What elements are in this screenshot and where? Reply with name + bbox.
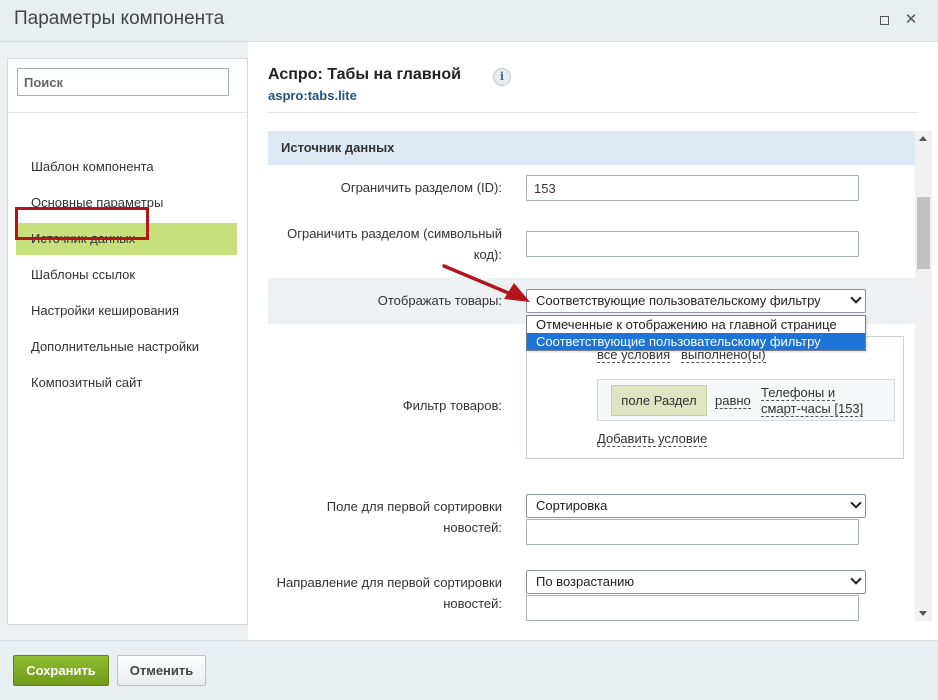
divider xyxy=(268,112,918,113)
sidebar-item-data-source[interactable]: Источник данных xyxy=(16,223,237,255)
maximize-icon[interactable] xyxy=(876,12,892,28)
condition-value-text: Телефоны и смарт-часы [153] xyxy=(761,385,864,417)
sidebar-item-component-template[interactable]: Шаблон компонента xyxy=(16,151,237,183)
component-code: aspro:tabs.lite xyxy=(268,88,357,103)
section-code-label: Ограничить разделом (символьный код): xyxy=(287,226,502,262)
cancel-button[interactable]: Отменить xyxy=(117,655,206,686)
chevron-down-icon xyxy=(850,292,862,304)
sidebar: Шаблон компонента Основные параметры Ист… xyxy=(7,58,248,625)
sidebar-item-cache-settings[interactable]: Настройки кеширования xyxy=(16,295,237,327)
condition-field[interactable]: поле Раздел xyxy=(611,385,707,416)
sort1-value: Сортировка xyxy=(536,498,608,513)
sort1-label: Поле для первой сортировки новостей: xyxy=(326,499,502,535)
component-title: Аспро: Табы на главной xyxy=(268,66,461,83)
section-id-input[interactable] xyxy=(526,175,859,201)
show-products-label: Отображать товары: xyxy=(377,293,502,308)
show-products-select[interactable]: Соответствующие пользовательскому фильтр… xyxy=(526,289,866,313)
section-title: Источник данных xyxy=(268,131,915,165)
info-icon[interactable]: i xyxy=(493,68,511,86)
product-filter: все условия выполнено(ы) поле Раздел рав… xyxy=(526,336,904,459)
sidebar-item-url-templates[interactable]: Шаблоны ссылок xyxy=(16,259,237,291)
close-icon[interactable]: ✕ xyxy=(903,12,919,28)
save-button[interactable]: Сохранить xyxy=(13,655,109,686)
sidebar-item-main-params[interactable]: Основные параметры xyxy=(16,187,237,219)
scroll-thumb[interactable] xyxy=(917,197,930,269)
sidebar-item-composite-site[interactable]: Композитный сайт xyxy=(16,367,237,399)
dialog-footer: Сохранить Отменить xyxy=(0,640,938,700)
show-products-dropdown: Отмеченные к отображению на главной стра… xyxy=(526,315,866,351)
dropdown-option[interactable]: Отмеченные к отображению на главной стра… xyxy=(527,316,865,333)
scroll-up-icon[interactable] xyxy=(919,136,927,141)
search-input[interactable] xyxy=(17,68,229,96)
vertical-scrollbar[interactable] xyxy=(915,131,932,621)
sort1-direction-value: По возрастанию xyxy=(536,574,635,589)
sort1-direction-select[interactable]: По возрастанию xyxy=(526,570,866,594)
condition-value[interactable]: Телефоны и смарт-часы [153] xyxy=(761,385,869,417)
add-condition-link[interactable]: Добавить условие xyxy=(597,432,708,447)
chevron-down-icon xyxy=(850,497,862,509)
section-code-input[interactable] xyxy=(526,231,859,257)
sort1-direction-label: Направление для первой сортировки новост… xyxy=(276,575,502,611)
sort1-select[interactable]: Сортировка xyxy=(526,494,866,518)
params-form: Источник данных Ограничить разделом (ID)… xyxy=(268,131,915,631)
show-products-value: Соответствующие пользовательскому фильтр… xyxy=(536,293,821,308)
sidebar-item-additional-settings[interactable]: Дополнительные настройки xyxy=(16,331,237,363)
window-title: Параметры компонента xyxy=(14,8,225,29)
condition-operator[interactable]: равно xyxy=(715,394,751,409)
divider xyxy=(8,112,247,113)
scroll-down-icon[interactable] xyxy=(919,611,927,616)
title-bar: Параметры компонента ✕ xyxy=(0,0,938,42)
filter-condition: поле Раздел равно Телефоны и смарт-часы … xyxy=(597,379,895,421)
filter-label: Фильтр товаров: xyxy=(402,398,502,413)
content-panel: Аспро: Табы на главной i aspro:tabs.lite… xyxy=(248,42,938,640)
dropdown-option-selected[interactable]: Соответствующие пользовательскому фильтр… xyxy=(527,333,865,350)
chevron-down-icon xyxy=(850,573,862,585)
sort1-custom-input[interactable] xyxy=(526,519,859,545)
dialog-body: Шаблон компонента Основные параметры Ист… xyxy=(0,42,938,640)
sort1-direction-custom-input[interactable] xyxy=(526,595,859,621)
section-id-label: Ограничить разделом (ID): xyxy=(340,180,502,195)
